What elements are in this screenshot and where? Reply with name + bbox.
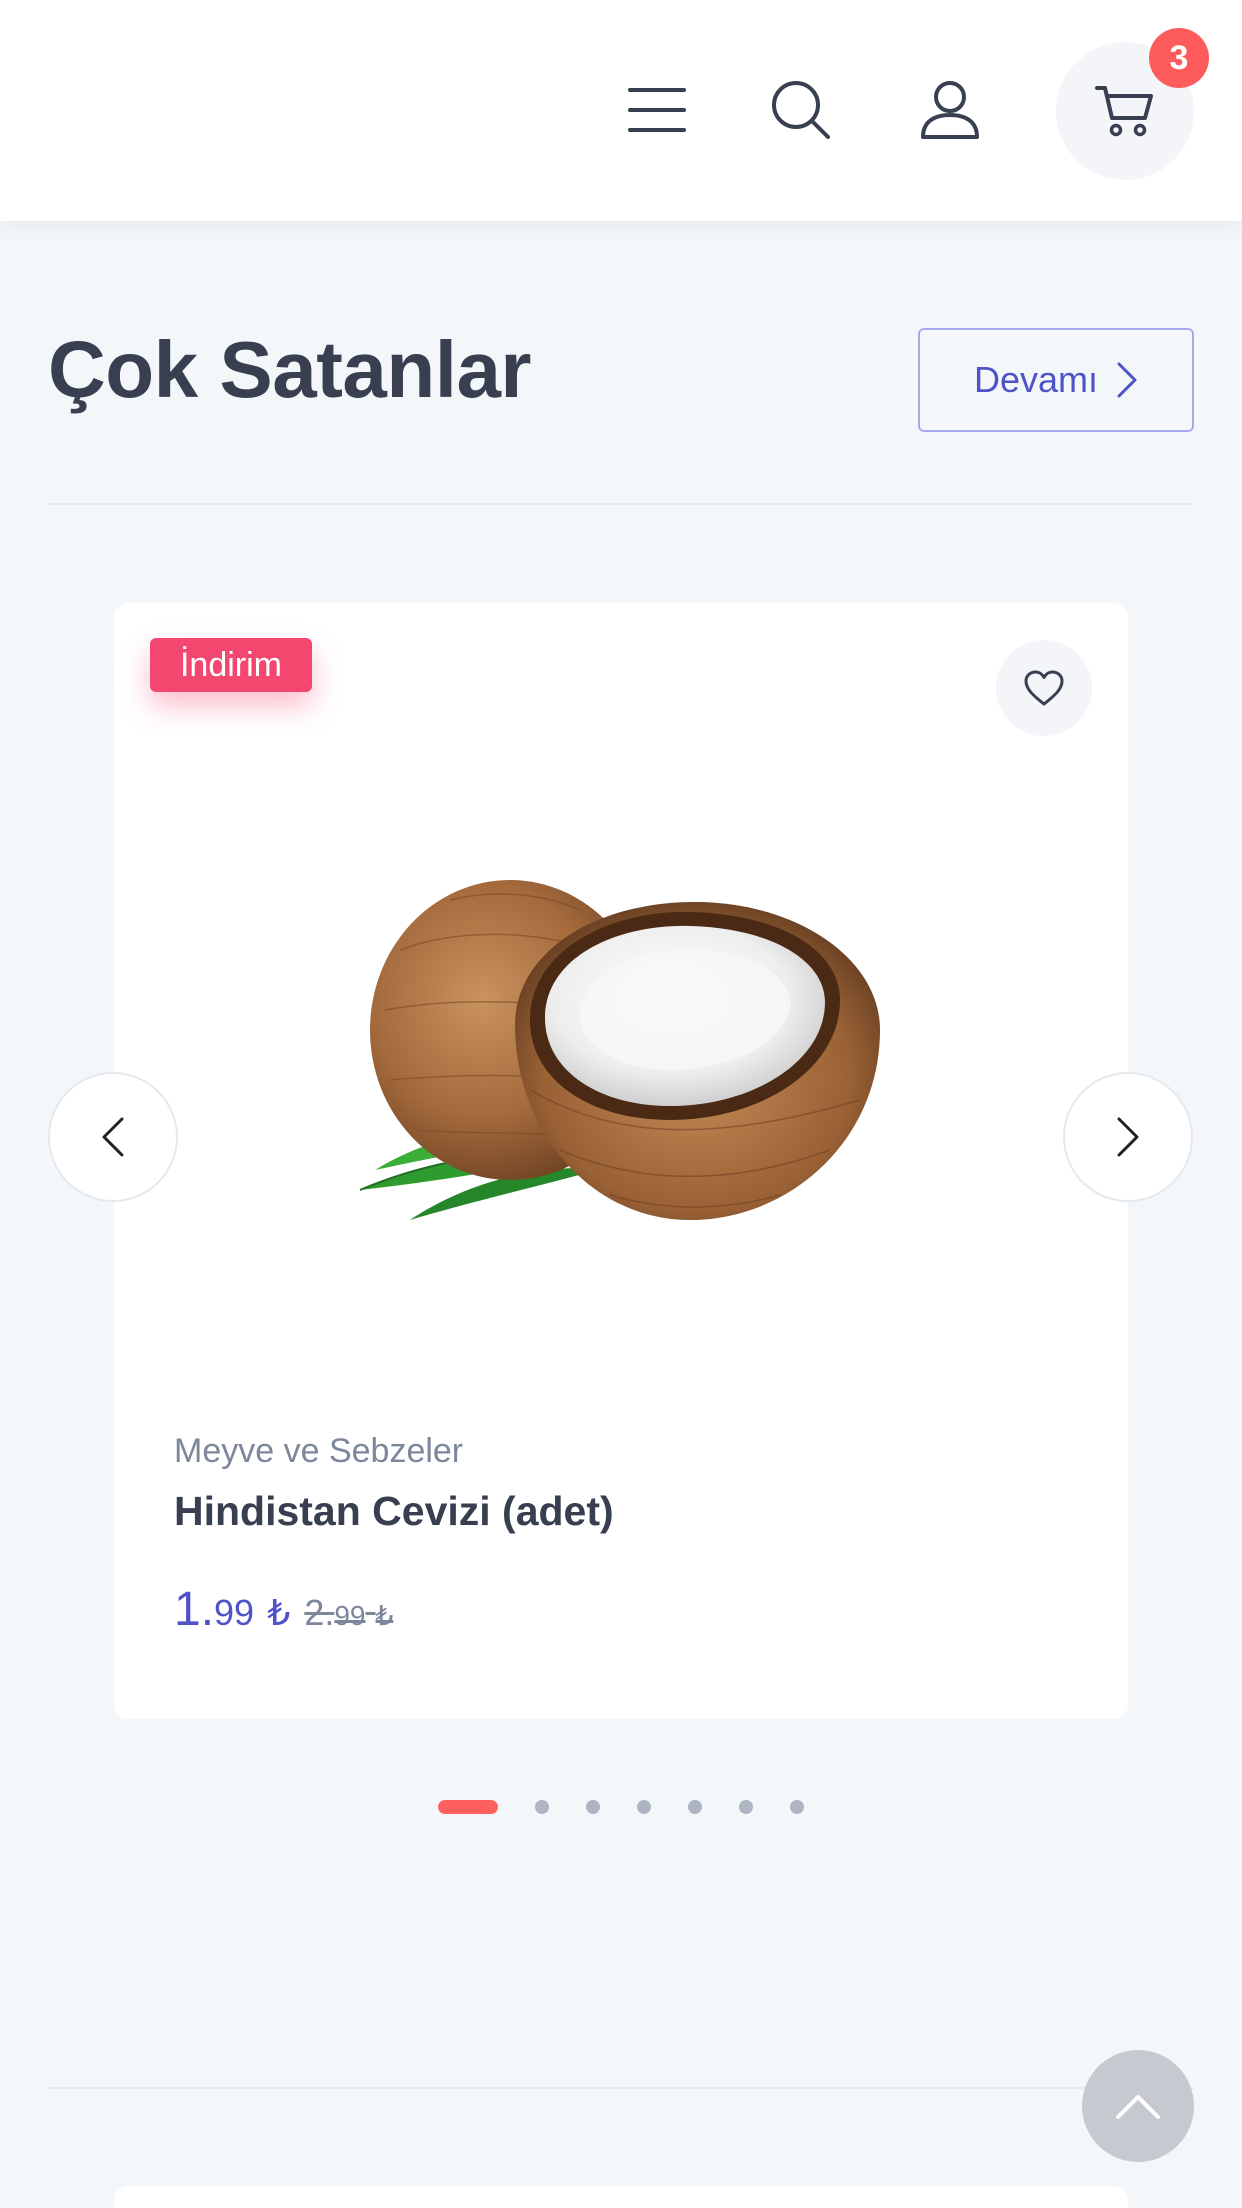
wishlist-button[interactable] (996, 640, 1092, 736)
chevron-up-icon (1116, 2095, 1160, 2119)
hamburger-menu-icon[interactable] (622, 72, 692, 148)
old-price: 2.99 ₺ (304, 1592, 394, 1633)
carousel-dot-active[interactable] (438, 1800, 498, 1814)
price-row: 1.99 ₺ 2.99 ₺ (174, 1582, 393, 1637)
section-divider-bottom (48, 2087, 1194, 2089)
chevron-right-icon (1117, 1117, 1139, 1157)
scroll-to-top-button[interactable] (1082, 2050, 1194, 2162)
more-button-label: Devamı (973, 359, 1099, 400)
carousel-prev-button[interactable] (48, 1072, 178, 1202)
carousel-next-button[interactable] (1063, 1072, 1193, 1202)
carousel-dot[interactable] (637, 1800, 651, 1814)
sale-badge: İndirim (150, 638, 312, 692)
cart-count-badge: 3 (1149, 28, 1209, 88)
carousel-dot[interactable] (790, 1800, 804, 1814)
user-icon[interactable] (912, 72, 988, 148)
section-title: Çok Satanlar (48, 325, 532, 414)
carousel-dot[interactable] (688, 1800, 702, 1814)
coconut-image[interactable] (340, 830, 900, 1270)
product-name[interactable]: Hindistan Cevizi (adet) (174, 1488, 614, 1535)
carousel-dot[interactable] (586, 1800, 600, 1814)
current-price: 1.99 ₺ (174, 1583, 291, 1636)
carousel-dot[interactable] (535, 1800, 549, 1814)
section-divider (48, 503, 1194, 505)
cart-icon (1095, 86, 1153, 137)
chevron-right-icon (1117, 362, 1137, 398)
search-icon[interactable] (763, 72, 839, 148)
product-category[interactable]: Meyve ve Sebzeler (174, 1432, 463, 1471)
next-section-card (114, 2186, 1128, 2208)
carousel-dot[interactable] (739, 1800, 753, 1814)
carousel-dots (438, 1800, 804, 1814)
chevron-left-icon (102, 1117, 124, 1157)
more-button[interactable]: Devamı (918, 328, 1194, 432)
heart-icon (1024, 670, 1064, 706)
